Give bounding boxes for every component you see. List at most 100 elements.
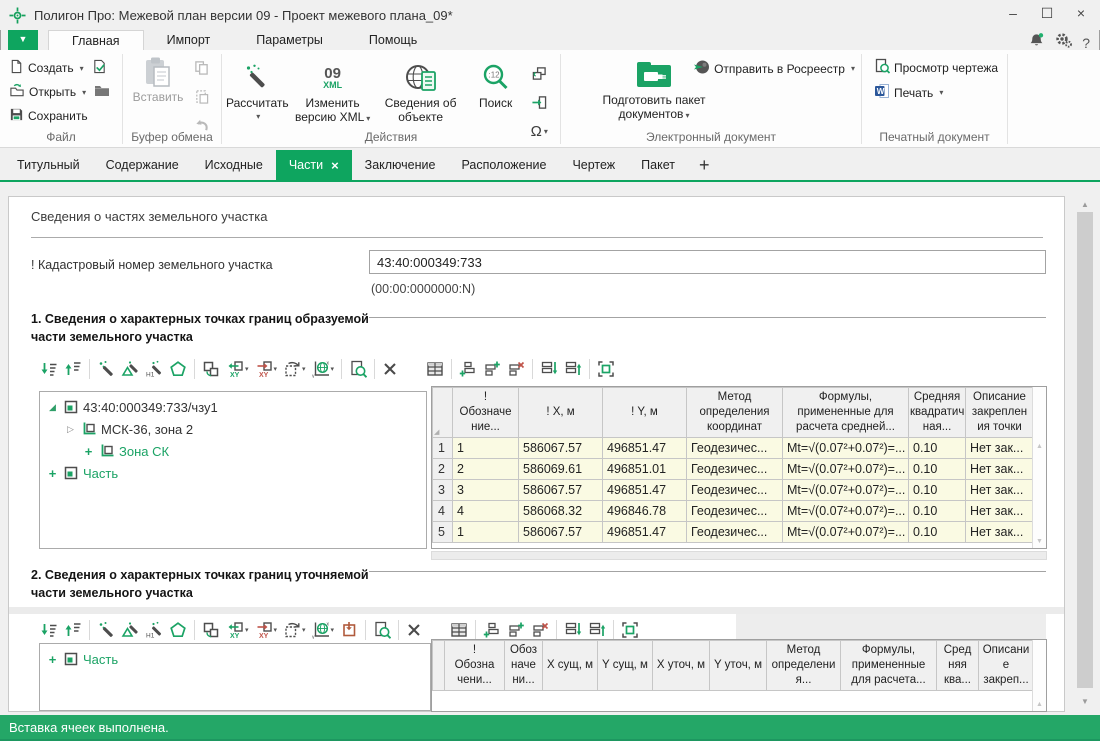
table-cell[interactable]: 586068.32: [519, 501, 603, 522]
send-to-rosreestr-button[interactable]: Отправить в Росреестр ▾: [693, 59, 855, 78]
add-node-icon[interactable]: +: [46, 652, 59, 667]
expander-collapsed-icon[interactable]: ▷: [64, 424, 77, 435]
table-cell[interactable]: 4: [453, 501, 519, 522]
table-cell[interactable]: Нет зак...: [966, 459, 1034, 480]
table-horizontal-scrollbar[interactable]: [431, 551, 1047, 560]
column-header[interactable]: Y уточ, м: [710, 641, 767, 691]
print-button[interactable]: W Печать ▾: [874, 83, 1001, 102]
preview-doc-button[interactable]: [346, 358, 370, 380]
table-cell[interactable]: Mt=√(0.07²+0.07²)=...: [783, 459, 909, 480]
delete-x-button[interactable]: [403, 620, 425, 640]
column-header[interactable]: Сред няя ква...: [937, 641, 979, 691]
row-number[interactable]: 2: [433, 459, 453, 480]
copy-into-button[interactable]: [337, 619, 361, 641]
table-cell[interactable]: 0.10: [909, 438, 966, 459]
copy-contour-button[interactable]: [199, 619, 223, 641]
table-vertical-scrollbar[interactable]: ▲: [1032, 640, 1046, 711]
add-node-icon[interactable]: +: [82, 444, 95, 459]
table-cell[interactable]: Нет зак...: [966, 438, 1034, 459]
scroll-down-icon[interactable]: ▼: [1076, 697, 1094, 706]
pentagon-button[interactable]: [166, 358, 190, 380]
table-cell[interactable]: 0.10: [909, 480, 966, 501]
row-move-down-button[interactable]: [561, 619, 585, 641]
copy-icon[interactable]: [194, 60, 209, 80]
import-xy-button[interactable]: XY▾: [223, 358, 252, 380]
tree-item[interactable]: ▷МСК-36, зона 2: [40, 418, 426, 440]
copy-contour-button[interactable]: [199, 358, 223, 380]
table-cell[interactable]: 0.10: [909, 501, 966, 522]
tree-item[interactable]: ◢43:40:000349:733/чзу1: [40, 396, 426, 418]
row-delete-button[interactable]: [528, 619, 552, 641]
table-cell[interactable]: Нет зак...: [966, 480, 1034, 501]
table-cell[interactable]: 496846.78: [603, 501, 687, 522]
table-cell[interactable]: 0.10: [909, 459, 966, 480]
copy-window-icon[interactable]: [531, 66, 547, 86]
table-cell[interactable]: 496851.47: [603, 480, 687, 501]
row-insert-above-button[interactable]: [480, 358, 504, 380]
import-xy-button[interactable]: XY▾: [223, 619, 252, 641]
open-button[interactable]: Открыть ▾: [9, 83, 116, 101]
create-button[interactable]: Создать ▾: [9, 59, 116, 77]
expand-selection-button[interactable]: [618, 619, 642, 641]
table-cell[interactable]: 496851.47: [603, 522, 687, 543]
close-tab-icon[interactable]: ×: [331, 159, 339, 172]
table-cell[interactable]: Mt=√(0.07²+0.07²)=...: [783, 480, 909, 501]
row-move-up-button[interactable]: [561, 358, 585, 380]
doc-tab[interactable]: Заключение: [352, 150, 449, 180]
table-cell[interactable]: 586067.57: [519, 438, 603, 459]
column-header[interactable]: ! Y, м: [603, 388, 687, 438]
expand-selection-button[interactable]: [594, 358, 618, 380]
import-window-icon[interactable]: [531, 95, 547, 115]
table-cell[interactable]: 3: [453, 480, 519, 501]
export-xy-button[interactable]: XY▾: [252, 619, 281, 641]
minimize-button[interactable]: –: [996, 0, 1030, 26]
sort-desc-button[interactable]: [37, 619, 61, 641]
scroll-down-icon[interactable]: ▼: [1033, 538, 1046, 545]
table-cell[interactable]: Геодезичес...: [687, 522, 783, 543]
scroll-up-icon[interactable]: ▲: [1033, 701, 1046, 708]
close-button[interactable]: ×: [1064, 0, 1098, 26]
sort-asc-button[interactable]: [61, 358, 85, 380]
page-scrollbar[interactable]: ▲ ▼: [1076, 196, 1094, 712]
tree-item[interactable]: +Часть: [40, 462, 426, 484]
table-cell[interactable]: Mt=√(0.07²+0.07²)=...: [783, 501, 909, 522]
table-cell[interactable]: 1: [453, 438, 519, 459]
doc-tab-active[interactable]: Части×: [276, 150, 352, 180]
table-cell[interactable]: 1: [453, 522, 519, 543]
column-header[interactable]: Обоз наче ни...: [505, 641, 543, 691]
row-insert-above-button[interactable]: [504, 619, 528, 641]
cadastral-number-input[interactable]: [369, 250, 1046, 274]
table-cell[interactable]: Геодезичес...: [687, 438, 783, 459]
table-cell[interactable]: Геодезичес...: [687, 501, 783, 522]
app-menu-button[interactable]: ▼: [8, 30, 38, 50]
table-grid-button[interactable]: [447, 619, 471, 641]
row-insert-below-button[interactable]: [456, 358, 480, 380]
column-header[interactable]: X уточ, м: [653, 641, 710, 691]
ribbon-tab[interactable]: Параметры: [233, 30, 346, 50]
scroll-up-icon[interactable]: ▲: [1076, 200, 1094, 209]
column-header[interactable]: Y сущ, м: [598, 641, 653, 691]
preview-doc-button[interactable]: [370, 619, 394, 641]
table-cell[interactable]: Геодезичес...: [687, 480, 783, 501]
table-cell[interactable]: 2: [453, 459, 519, 480]
row-number[interactable]: 5: [433, 522, 453, 543]
column-header[interactable]: X сущ, м: [543, 641, 598, 691]
add-tab-button[interactable]: +: [688, 150, 721, 180]
doc-tab[interactable]: Титульный: [4, 150, 93, 180]
tree-item[interactable]: +Зона СК: [40, 440, 426, 462]
sort-desc-button[interactable]: [37, 358, 61, 380]
tree-item[interactable]: +Часть: [40, 648, 430, 670]
add-node-icon[interactable]: +: [46, 466, 59, 481]
table-cell[interactable]: 496851.01: [603, 459, 687, 480]
row-number[interactable]: 3: [433, 480, 453, 501]
column-header[interactable]: Формулы, примененные для расчета средней…: [783, 388, 909, 438]
wand-triangle-button[interactable]: [118, 358, 142, 380]
save-button[interactable]: Сохранить: [9, 107, 116, 125]
new-project-icon[interactable]: [92, 59, 107, 77]
ribbon-tab[interactable]: Помощь: [346, 30, 440, 50]
rotate-shape-button[interactable]: ▾: [280, 358, 309, 380]
doc-tab[interactable]: Содержание: [93, 150, 192, 180]
table-cell[interactable]: 586069.61: [519, 459, 603, 480]
row-number[interactable]: 1: [433, 438, 453, 459]
wand-points-button[interactable]: H1: [142, 358, 166, 380]
